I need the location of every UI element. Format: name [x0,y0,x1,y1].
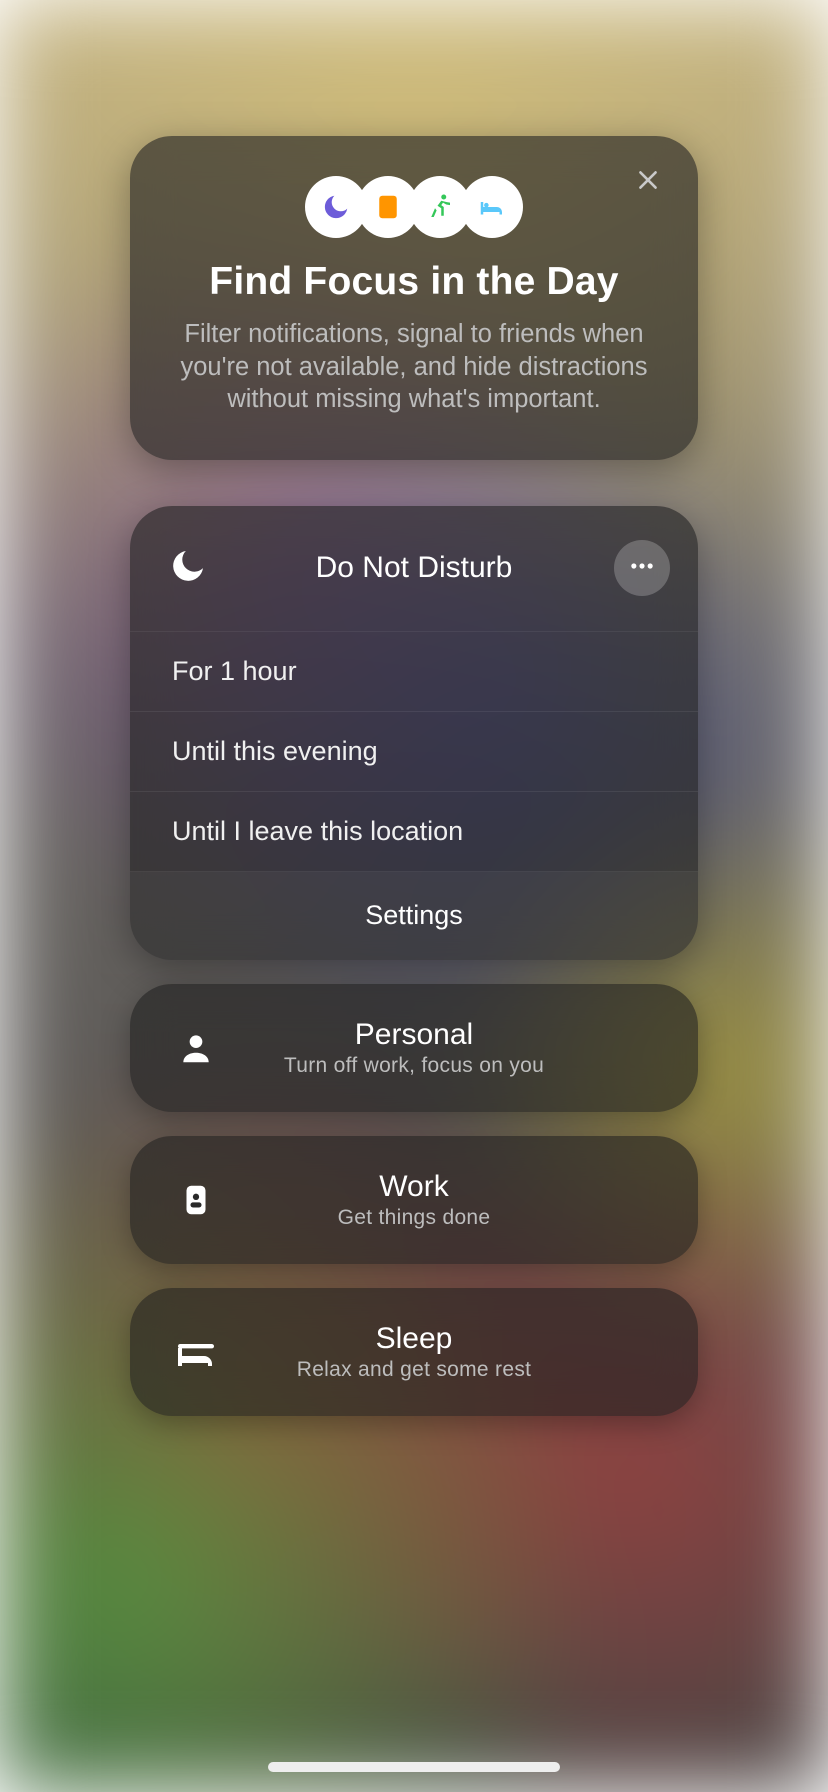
person-icon [172,1024,220,1072]
ellipsis-icon [628,552,656,585]
focus-mode-work[interactable]: Work Get things done [130,1136,698,1264]
moon-icon [168,546,208,591]
home-indicator[interactable] [268,1762,560,1772]
more-button[interactable] [614,540,670,596]
dnd-option-location[interactable]: Until I leave this location [130,792,698,872]
dnd-option-1-hour[interactable]: For 1 hour [130,632,698,712]
dnd-settings-button[interactable]: Settings [130,872,698,960]
badge-icon [172,1176,220,1224]
do-not-disturb-header[interactable]: Do Not Disturb [130,506,698,632]
dnd-option-evening[interactable]: Until this evening [130,712,698,792]
focus-intro-subtitle: Filter notifications, signal to friends … [166,318,662,416]
focus-intro-card: Find Focus in the Day Filter notificatio… [130,136,698,460]
do-not-disturb-card: Do Not Disturb For 1 hour Until this eve… [130,506,698,960]
focus-mode-sleep[interactable]: Sleep Relax and get some rest [130,1288,698,1416]
bed-icon [461,176,523,238]
close-icon [635,167,661,198]
close-button[interactable] [628,162,668,202]
focus-overlay: Find Focus in the Day Filter notificatio… [0,0,828,1792]
focus-intro-icons [166,176,662,238]
focus-intro-title: Find Focus in the Day [166,260,662,304]
bed-icon [172,1328,220,1376]
focus-mode-personal[interactable]: Personal Turn off work, focus on you [130,984,698,1112]
do-not-disturb-title: Do Not Disturb [130,551,698,585]
